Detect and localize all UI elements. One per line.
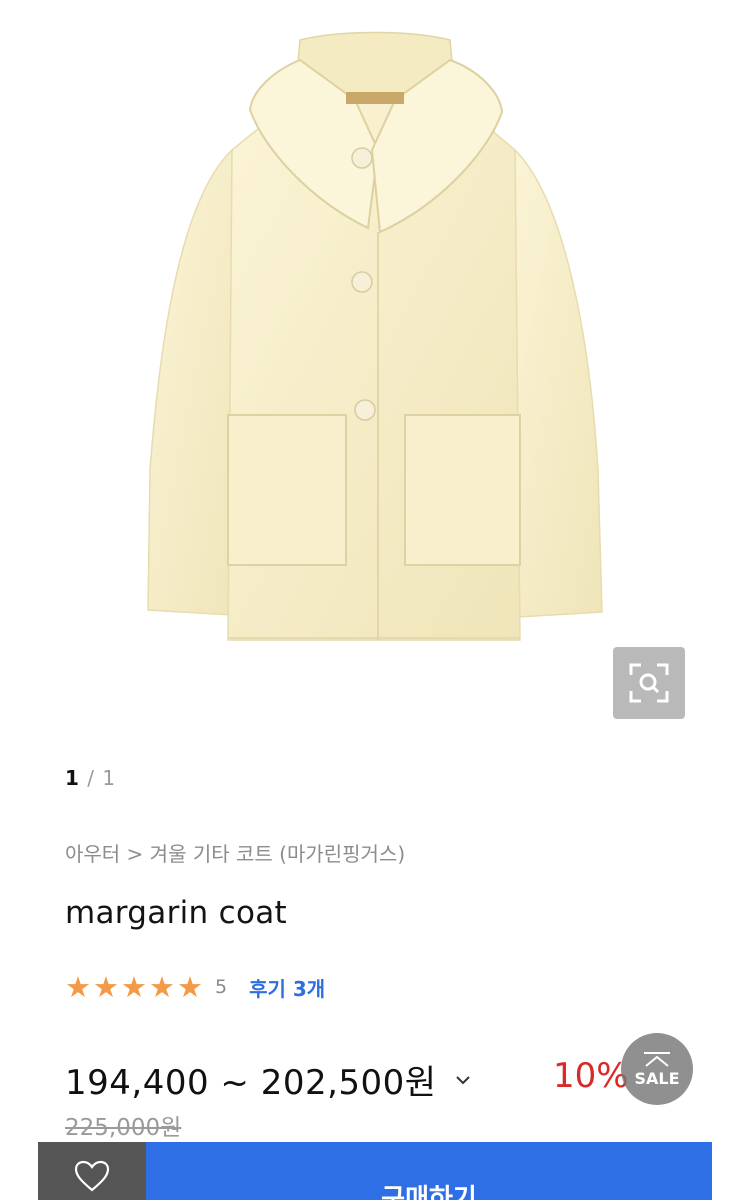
product-title: margarin coat [65,895,287,931]
rating-value: 5 [215,976,228,998]
bottom-action-bar: 구매하기 [38,1142,712,1200]
chevron-down-icon [455,1075,470,1084]
rating-row: ★ ★ ★ ★ ★ 5 후기 3개 [65,970,325,1004]
original-price: 225,000원 [65,1115,182,1141]
discount-rate: 10% [553,1056,629,1096]
pager-total: / 1 [87,766,117,790]
wishlist-button[interactable] [38,1142,146,1200]
breadcrumb[interactable]: 아우터 > 겨울 기타 코트 (마가린핑거스) [65,838,405,867]
scroll-top-icon [644,1051,670,1067]
star-icon: ★ [149,969,175,1004]
zoom-search-icon [629,663,669,703]
coat-illustration [147,31,603,641]
star-icon: ★ [65,969,91,1004]
star-icon: ★ [121,969,147,1004]
star-icon: ★ [93,969,119,1004]
star-icon: ★ [177,969,203,1004]
scroll-top-button[interactable]: SALE [621,1033,693,1105]
price-range: 194,400 ~ 202,500원 [65,1063,437,1103]
price-selector[interactable]: 194,400 ~ 202,500원 [65,1055,471,1104]
rating-stars: ★ ★ ★ ★ ★ [65,969,203,1004]
sale-badge: SALE [634,1068,680,1088]
heart-icon [74,1160,110,1192]
review-link[interactable]: 후기 3개 [249,973,325,1002]
pager-current: 1 [65,766,80,790]
zoom-button[interactable] [613,647,685,719]
image-pager: 1 / 1 [65,766,116,790]
buy-button[interactable]: 구매하기 [146,1142,712,1200]
product-image[interactable] [0,0,750,745]
